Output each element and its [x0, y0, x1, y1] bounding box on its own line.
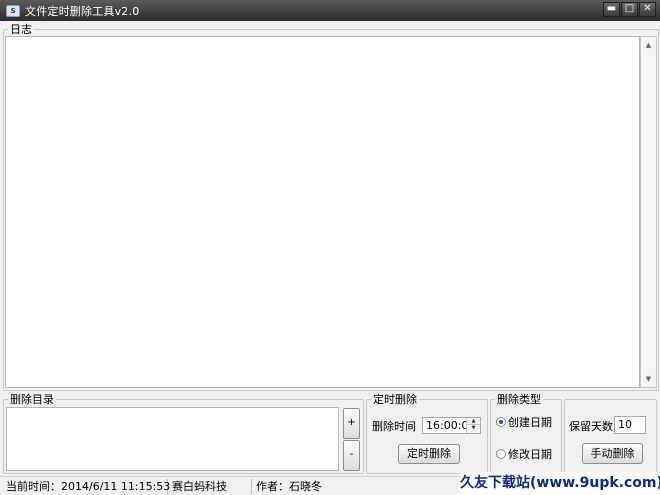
delete-dir-label: 删除目录 — [8, 393, 56, 406]
delete-dir-list[interactable] — [6, 407, 339, 471]
create-date-label[interactable]: 创建日期 — [508, 416, 552, 429]
remove-dir-button[interactable]: - — [343, 440, 360, 471]
status-author: 作者：石晓冬 — [256, 480, 322, 493]
close-button[interactable]: ✕ — [639, 2, 656, 17]
scroll-thumb[interactable] — [642, 54, 655, 370]
log-scrollbar[interactable]: ▲ ▼ — [640, 36, 657, 388]
create-date-radio[interactable] — [496, 417, 506, 427]
title-bar[interactable]: S 文件定时删除工具v2.0 ▬ □ ✕ — [0, 0, 660, 21]
keep-days-label: 保留天数 — [569, 420, 613, 433]
app-icon: S — [6, 4, 20, 17]
spin-down-icon[interactable]: ▼ — [467, 425, 480, 432]
modify-date-label[interactable]: 修改日期 — [508, 448, 552, 461]
time-spinner[interactable]: ▲ ▼ — [466, 418, 480, 433]
minimize-button[interactable]: ▬ — [603, 2, 620, 17]
scroll-up-icon[interactable]: ▲ — [641, 37, 656, 53]
delete-type-group: 删除类型 — [490, 393, 562, 474]
log-textarea[interactable] — [5, 36, 640, 388]
delete-type-label: 删除类型 — [495, 393, 543, 406]
add-dir-button[interactable]: + — [343, 408, 360, 439]
log-label: 日志 — [8, 23, 34, 36]
keep-days-input[interactable]: 10 — [614, 416, 646, 434]
watermark: 久友下载站(www.9upk.com) — [460, 472, 660, 495]
status-current-time: 当前时间：2014/6/11 11:15:53 — [2, 479, 170, 494]
maximize-button[interactable]: □ — [621, 2, 638, 17]
timed-delete-label: 定时删除 — [371, 393, 419, 406]
scroll-down-icon[interactable]: ▼ — [641, 371, 656, 387]
modify-date-radio[interactable] — [496, 449, 506, 459]
spin-up-icon[interactable]: ▲ — [467, 418, 480, 425]
status-company: 赛白蚂科技 — [168, 479, 252, 494]
delete-time-label: 删除时间 — [372, 420, 416, 433]
manual-delete-button[interactable]: 手动删除 — [582, 443, 643, 464]
window-controls: ▬ □ ✕ — [603, 2, 656, 17]
window-title: 文件定时删除工具v2.0 — [25, 4, 140, 18]
timed-delete-button[interactable]: 定时删除 — [398, 444, 460, 464]
